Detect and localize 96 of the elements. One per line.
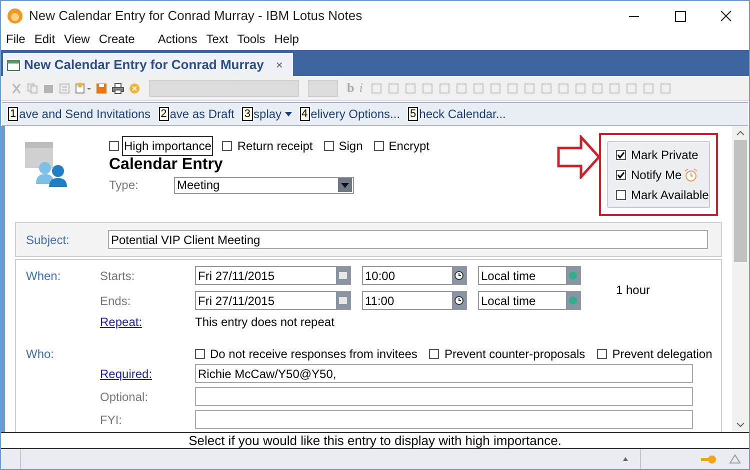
new-item-icon[interactable]: [75, 82, 91, 94]
checkbox[interactable]: [222, 141, 232, 151]
tab-label: New Calendar Entry for Conrad Murray: [24, 56, 264, 74]
field-label: FYI:: [100, 412, 122, 426]
scrollbar[interactable]: [732, 126, 749, 432]
menu-item[interactable]: Edit: [34, 30, 56, 48]
dropdown-value: Meeting: [177, 177, 221, 194]
checkbox[interactable]: [429, 349, 440, 359]
field-value: Fri 27/11/2015: [198, 292, 276, 310]
field-value: 10:00: [365, 268, 396, 284]
menu-item[interactable]: Tools: [237, 30, 266, 48]
field-label: Subject:: [25, 232, 70, 248]
checkbox[interactable]: [597, 349, 608, 359]
checkbox-label[interactable]: Mark Private: [631, 146, 698, 164]
checkbox[interactable]: [324, 141, 334, 151]
field-label: Optional:: [100, 390, 148, 404]
checkbox-label[interactable]: Notify Me: [631, 166, 682, 184]
calendar-icon: [336, 292, 350, 309]
menu-item[interactable]: Create: [98, 30, 135, 48]
checkbox[interactable]: [109, 141, 119, 151]
type-dropdown[interactable]: Meeting: [174, 176, 354, 194]
copy-icon[interactable]: [27, 82, 38, 94]
paste-icon[interactable]: [43, 82, 54, 94]
checkbox-label[interactable]: Do not receive responses from invitees: [210, 345, 418, 363]
scroll-thumb[interactable]: [734, 140, 747, 262]
checkbox[interactable]: [616, 190, 626, 200]
caret-icon: [284, 112, 292, 116]
calendar-icon: [336, 267, 350, 284]
keytip-badge: 3: [242, 107, 253, 121]
up-triangle-icon[interactable]: [623, 457, 628, 461]
globe-icon: [566, 292, 580, 309]
time-field[interactable]: 10:00: [362, 266, 467, 285]
keytip-badge: 4: [300, 107, 310, 121]
checkbox-label[interactable]: Return receipt: [236, 137, 314, 155]
menu-item[interactable]: Actions: [158, 30, 198, 48]
field-value: Local time: [481, 268, 537, 284]
duration-text: 1 hour: [616, 282, 650, 299]
checkbox-label[interactable]: Encrypt: [388, 137, 430, 155]
document-tab[interactable]: New Calendar Entry for Conrad Murray ×: [3, 53, 293, 76]
tab-close-button[interactable]: ×: [276, 56, 283, 74]
clock-icon: [452, 292, 466, 309]
document-icon[interactable]: [59, 82, 70, 94]
save-icon[interactable]: [96, 82, 107, 94]
field-label: Type:: [109, 177, 140, 194]
action-button[interactable]: heck Calendar...: [419, 105, 506, 123]
checkbox[interactable]: [616, 150, 626, 160]
clock-icon: [452, 267, 466, 284]
timezone-field[interactable]: Local time: [478, 266, 581, 285]
name-field[interactable]: [195, 410, 693, 429]
app-icon: [7, 8, 23, 24]
checkbox-label[interactable]: High importance: [123, 137, 212, 155]
required-link[interactable]: Required:: [100, 366, 152, 380]
action-button[interactable]: elivery Options...: [310, 105, 400, 123]
repeat-text: This entry does not repeat: [195, 314, 334, 331]
action-button[interactable]: ave as Draft: [170, 105, 234, 123]
stop-icon[interactable]: [129, 82, 140, 94]
field-value: Local time: [481, 292, 537, 310]
subject-field[interactable]: Potential VIP Client Meeting: [108, 230, 708, 249]
checkbox[interactable]: [374, 141, 384, 151]
checkbox-label[interactable]: Prevent delegation: [612, 345, 712, 363]
checkbox-label[interactable]: Mark Available: [631, 186, 709, 204]
date-field[interactable]: Fri 27/11/2015: [195, 291, 351, 310]
time-field[interactable]: 11:00: [362, 291, 467, 310]
print-icon[interactable]: [112, 82, 124, 94]
field-value: Fri 27/11/2015: [198, 268, 276, 284]
menu-item[interactable]: Help: [274, 30, 299, 48]
checkbox[interactable]: [616, 170, 626, 180]
date-field[interactable]: Fri 27/11/2015: [195, 266, 351, 285]
field-label: Starts:: [100, 268, 135, 282]
action-button[interactable]: splay: [254, 105, 282, 123]
menu-item[interactable]: View: [64, 30, 90, 48]
checkbox-label[interactable]: Prevent counter-proposals: [444, 345, 586, 363]
name-field[interactable]: Richie McCaw/Y50@Y50,: [195, 364, 693, 383]
action-button[interactable]: ave and Send Invitations: [19, 105, 151, 123]
window-title: New Calendar Entry for Conrad Murray - IBM Lotus Notes: [29, 7, 362, 26]
keytip-badge: 2: [158, 107, 169, 121]
checkbox-label[interactable]: Sign: [338, 137, 364, 155]
checkbox[interactable]: [195, 349, 205, 359]
menu-item[interactable]: Text: [206, 30, 228, 48]
section-label: Who:: [26, 347, 54, 361]
repeat-link[interactable]: Repeat:: [100, 315, 142, 329]
form-title: Calendar Entry: [109, 155, 224, 175]
cut-icon[interactable]: [11, 82, 22, 94]
field-help-text: Select if you would like this entry to display with high importance.: [188, 432, 562, 450]
name-field[interactable]: [195, 387, 693, 406]
field-label: Ends:: [100, 294, 131, 308]
globe-icon: [566, 267, 580, 284]
section-label: When:: [26, 268, 61, 282]
keytip-badge: 1: [8, 107, 18, 121]
timezone-field[interactable]: Local time: [478, 291, 581, 310]
field-value: 11:00: [365, 292, 396, 310]
keytip-badge: 5: [408, 107, 418, 121]
triangle-icon[interactable]: [729, 454, 741, 464]
menu-item[interactable]: File: [6, 30, 26, 48]
alarm-clock-icon: [684, 168, 698, 182]
calendar-icon: [7, 58, 20, 70]
